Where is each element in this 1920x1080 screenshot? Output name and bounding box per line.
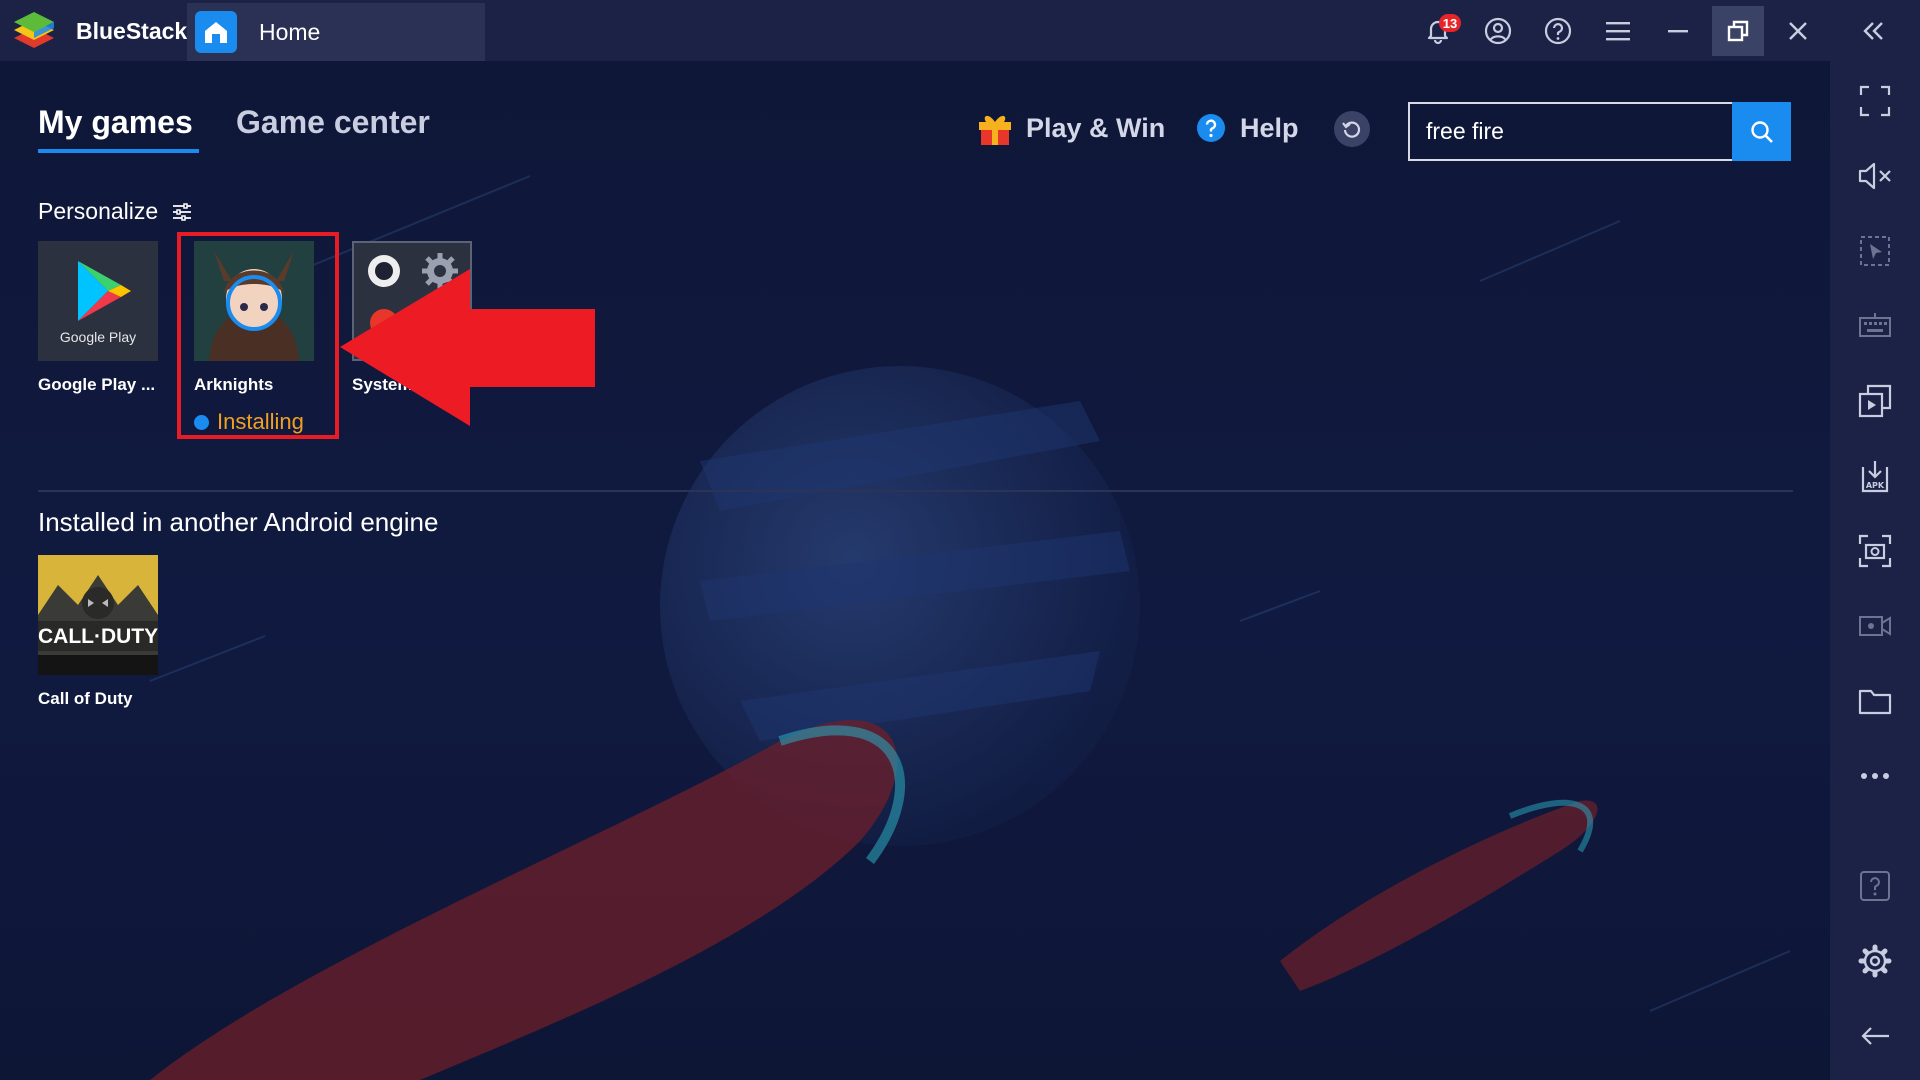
fullscreen-icon bbox=[1859, 85, 1891, 117]
sliders-icon bbox=[173, 202, 192, 221]
home-icon bbox=[195, 11, 237, 53]
help-icon bbox=[1544, 17, 1572, 45]
restore-button[interactable] bbox=[1712, 6, 1764, 56]
screenshot-icon bbox=[1858, 534, 1892, 568]
keyboard-controls-button[interactable] bbox=[1847, 298, 1903, 354]
personalize-header[interactable]: Personalize bbox=[38, 198, 192, 225]
app-name: BlueStacks bbox=[76, 17, 201, 44]
search-button[interactable] bbox=[1732, 102, 1791, 161]
multi-instance-button[interactable] bbox=[1847, 373, 1903, 429]
more-button[interactable] bbox=[1847, 748, 1903, 804]
highlight-box bbox=[177, 232, 339, 439]
menu-button[interactable] bbox=[1592, 6, 1644, 56]
search-icon bbox=[1750, 120, 1773, 143]
google-play-icon: Google Play bbox=[38, 241, 158, 361]
app-name-call-of-duty: Call of Duty bbox=[38, 689, 133, 708]
gift-icon bbox=[979, 115, 1011, 145]
help-button[interactable] bbox=[1532, 6, 1584, 56]
settings-icon bbox=[1858, 944, 1892, 978]
refresh-button[interactable] bbox=[1334, 111, 1370, 147]
multi-instance-icon bbox=[1858, 384, 1892, 418]
help-circle-icon bbox=[1197, 114, 1225, 142]
play-win-label: Play & Win bbox=[1026, 112, 1166, 143]
search-input[interactable] bbox=[1410, 104, 1732, 159]
settings-button[interactable] bbox=[1847, 933, 1903, 989]
restore-icon bbox=[1727, 20, 1749, 42]
media-folder-button[interactable] bbox=[1847, 673, 1903, 729]
svg-text:APK: APK bbox=[1866, 481, 1885, 490]
pointer-lock-button[interactable] bbox=[1847, 223, 1903, 279]
more-icon bbox=[1861, 773, 1889, 779]
question-icon bbox=[1860, 871, 1890, 901]
close-button[interactable] bbox=[1772, 6, 1824, 56]
help-link[interactable]: Help bbox=[1196, 108, 1299, 148]
close-icon bbox=[1789, 22, 1807, 40]
main-content: My games Game center Play & Win Help fre… bbox=[0, 61, 1830, 1080]
tab-game-center[interactable]: Game center bbox=[236, 104, 430, 141]
help-sidebar-button[interactable] bbox=[1847, 858, 1903, 914]
google-play-icon-text: Google Play bbox=[59, 329, 137, 345]
search-box bbox=[1408, 102, 1732, 161]
background-artwork bbox=[149, 175, 1791, 1080]
title-bar: BlueStacks Home 13 bbox=[0, 0, 1920, 61]
section-divider bbox=[38, 490, 1793, 492]
install-apk-button[interactable]: APK bbox=[1847, 448, 1903, 504]
app-tile-google-play[interactable]: Google Play Google Play ... bbox=[38, 241, 168, 431]
refresh-icon bbox=[1342, 121, 1361, 138]
app-tile-call-of-duty[interactable]: CALL·DUTY Call of Duty bbox=[38, 555, 168, 725]
volume-mute-icon bbox=[1858, 162, 1891, 190]
collapse-sidebar-button[interactable] bbox=[1848, 6, 1900, 56]
folder-icon bbox=[1858, 689, 1892, 715]
menu-icon bbox=[1606, 22, 1630, 41]
notifications-button[interactable]: 13 bbox=[1412, 6, 1464, 56]
back-icon bbox=[1861, 1027, 1889, 1045]
keyboard-icon bbox=[1859, 313, 1891, 337]
apk-install-icon: APK bbox=[1861, 461, 1889, 493]
home-tab[interactable]: Home bbox=[187, 3, 485, 61]
record-icon bbox=[1859, 616, 1891, 636]
account-button[interactable] bbox=[1472, 6, 1524, 56]
screenshot-button[interactable] bbox=[1847, 523, 1903, 579]
call-of-duty-icon: CALL·DUTY bbox=[38, 555, 158, 675]
right-sidebar: APK bbox=[1830, 61, 1920, 1080]
bluestacks-logo-icon bbox=[14, 12, 54, 48]
personalize-label: Personalize bbox=[38, 198, 159, 224]
other-engine-header: Installed in another Android engine bbox=[38, 507, 439, 537]
notification-badge: 13 bbox=[1439, 14, 1461, 32]
fullscreen-button[interactable] bbox=[1847, 73, 1903, 129]
minimize-button[interactable] bbox=[1652, 6, 1704, 56]
home-tab-label: Home bbox=[259, 18, 321, 45]
account-icon bbox=[1484, 17, 1512, 45]
red-arrow-annotation bbox=[340, 269, 595, 426]
pointer-icon bbox=[1860, 236, 1890, 266]
tab-my-games[interactable]: My games bbox=[38, 104, 193, 141]
app-name-google-play: Google Play ... bbox=[38, 375, 156, 394]
active-tab-indicator bbox=[38, 149, 199, 153]
record-button[interactable] bbox=[1847, 598, 1903, 654]
call-of-duty-logo-text: CALL·DUTY bbox=[38, 625, 158, 648]
play-win-button[interactable]: Play & Win bbox=[976, 108, 1165, 148]
minimize-icon bbox=[1668, 30, 1688, 33]
help-label: Help bbox=[1240, 112, 1299, 143]
brand: BlueStacks bbox=[10, 8, 200, 54]
back-button[interactable] bbox=[1847, 1008, 1903, 1064]
collapse-icon bbox=[1863, 22, 1883, 40]
volume-button[interactable] bbox=[1847, 148, 1903, 204]
